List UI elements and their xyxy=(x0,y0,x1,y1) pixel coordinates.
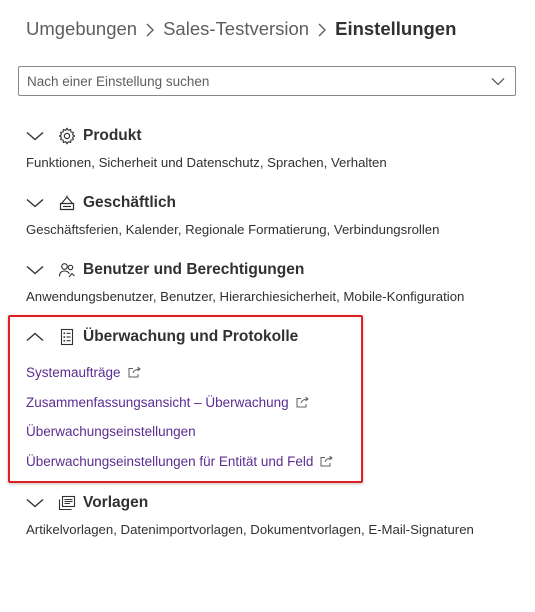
link-label[interactable]: Zusammenfassungsansicht – Überwachung xyxy=(26,395,289,410)
chevron-down-icon[interactable] xyxy=(26,196,46,210)
section-business: Geschäftlich Geschäftsferien, Kalender, … xyxy=(26,192,526,237)
section-header-users-permissions[interactable]: Benutzer und Berechtigungen xyxy=(26,259,526,281)
chevron-down-icon[interactable] xyxy=(481,67,515,95)
section-description-product: Funktionen, Sicherheit und Datenschutz, … xyxy=(26,155,387,170)
external-link-icon xyxy=(320,455,334,467)
breadcrumb-environments[interactable]: Umgebungen xyxy=(26,18,137,40)
section-header-templates[interactable]: Vorlagen xyxy=(26,492,526,514)
section-title-templates: Vorlagen xyxy=(83,494,149,511)
link-system-jobs[interactable]: Systemaufträge xyxy=(26,358,526,388)
gear-icon xyxy=(58,127,76,145)
section-description-templates: Artikelvorlagen, Datenimportvorlagen, Do… xyxy=(26,522,474,537)
chevron-down-icon[interactable] xyxy=(26,496,46,510)
section-title-business: Geschäftlich xyxy=(83,194,177,211)
chevron-up-icon[interactable] xyxy=(26,330,46,344)
chevron-right-icon xyxy=(137,18,163,40)
section-header-auditing-logs[interactable]: Überwachung und Protokolle xyxy=(26,326,526,348)
link-audit-settings[interactable]: Überwachungseinstellungen xyxy=(26,417,526,447)
link-label[interactable]: Überwachungseinstellungen xyxy=(26,424,196,439)
building-icon xyxy=(58,194,76,212)
breadcrumb: Umgebungen Sales-Testversion Einstellung… xyxy=(26,18,456,40)
people-icon xyxy=(58,261,76,279)
section-title-product: Produkt xyxy=(83,127,142,144)
section-header-business[interactable]: Geschäftlich xyxy=(26,192,526,214)
chevron-down-icon[interactable] xyxy=(26,263,46,277)
clipboard-list-icon xyxy=(58,328,76,346)
breadcrumb-environment[interactable]: Sales-Testversion xyxy=(163,18,309,40)
link-label[interactable]: Überwachungseinstellungen für Entität un… xyxy=(26,454,313,469)
section-description-users-permissions: Anwendungsbenutzer, Benutzer, Hierarchie… xyxy=(26,289,465,304)
template-icon xyxy=(58,494,76,512)
section-title-auditing-logs: Überwachung und Protokolle xyxy=(83,328,299,345)
breadcrumb-current: Einstellungen xyxy=(335,18,457,39)
settings-page: Umgebungen Sales-Testversion Einstellung… xyxy=(0,0,535,612)
external-link-icon xyxy=(128,367,141,378)
chevron-down-icon[interactable] xyxy=(26,129,46,143)
link-audit-summary-view[interactable]: Zusammenfassungsansicht – Überwachung xyxy=(26,388,526,418)
external-link-icon xyxy=(296,396,309,408)
search-input[interactable] xyxy=(19,67,481,95)
link-entity-field-audit-settings[interactable]: Überwachungseinstellungen für Entität un… xyxy=(26,447,526,477)
link-label[interactable]: Systemaufträge xyxy=(26,365,121,380)
section-links-auditing-logs: Systemaufträge Zusammenfassungsansicht –… xyxy=(26,358,526,476)
section-description-business: Geschäftsferien, Kalender, Regionale For… xyxy=(26,222,440,237)
section-product: Produkt Funktionen, Sicherheit und Daten… xyxy=(26,125,526,170)
section-auditing-logs: Überwachung und Protokolle Systemaufträg… xyxy=(26,326,526,476)
section-title-users-permissions: Benutzer und Berechtigungen xyxy=(83,261,305,278)
section-users-permissions: Benutzer und Berechtigungen Anwendungsbe… xyxy=(26,259,526,304)
section-header-product[interactable]: Produkt xyxy=(26,125,526,147)
chevron-right-icon xyxy=(309,18,335,40)
settings-search[interactable] xyxy=(18,66,516,96)
section-templates: Vorlagen Artikelvorlagen, Datenimportvor… xyxy=(26,492,526,537)
